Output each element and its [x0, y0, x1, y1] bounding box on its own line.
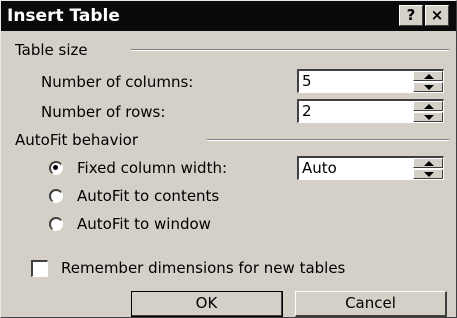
columns-increment-button[interactable] [413, 71, 443, 81]
fixed-width-value: Auto [302, 159, 337, 177]
arrow-up-icon [424, 104, 434, 109]
columns-decrement-button[interactable] [413, 82, 443, 92]
autofit-window-radio[interactable] [49, 217, 63, 231]
remember-dimensions-checkbox[interactable] [31, 260, 48, 277]
rows-spinner[interactable]: 2 [297, 99, 444, 123]
fixed-width-spinner[interactable]: Auto [297, 156, 444, 180]
radio-selected-dot [53, 165, 58, 170]
help-button[interactable]: ? [399, 5, 423, 26]
arrow-up-icon [424, 161, 434, 166]
title-bar[interactable]: Insert Table ? × [1, 1, 456, 31]
dialog-title: Insert Table [7, 6, 120, 26]
fixed-width-radio[interactable] [49, 161, 63, 175]
arrow-down-icon [424, 115, 434, 120]
remember-dimensions-label: Remember dimensions for new tables [61, 259, 346, 277]
help-icon: ? [406, 6, 416, 24]
arrow-down-icon [424, 85, 434, 90]
table-size-group-label: Table size [15, 41, 88, 59]
table-size-divider [131, 49, 449, 51]
fixed-width-decrement-button[interactable] [413, 169, 443, 179]
columns-label: Number of columns: [41, 73, 194, 91]
cancel-button[interactable]: Cancel [295, 291, 447, 317]
columns-spinner[interactable]: 5 [297, 69, 444, 93]
autofit-contents-label: AutoFit to contents [77, 187, 220, 205]
rows-increment-button[interactable] [413, 101, 443, 111]
fixed-width-increment-button[interactable] [413, 158, 443, 168]
close-icon: × [430, 6, 444, 24]
autofit-group-label: AutoFit behavior [15, 131, 139, 149]
close-button[interactable]: × [425, 5, 449, 26]
columns-value: 5 [302, 72, 312, 90]
autofit-window-label: AutoFit to window [77, 215, 211, 233]
fixed-width-label: Fixed column width: [77, 159, 228, 177]
arrow-up-icon [424, 74, 434, 79]
autofit-divider [207, 139, 449, 141]
rows-label: Number of rows: [41, 103, 166, 121]
insert-table-dialog: Insert Table ? × Table size Number of co… [0, 0, 457, 318]
rows-decrement-button[interactable] [413, 112, 443, 122]
rows-value: 2 [302, 102, 312, 120]
arrow-down-icon [424, 172, 434, 177]
autofit-contents-radio[interactable] [49, 189, 63, 203]
ok-button[interactable]: OK [131, 291, 283, 317]
